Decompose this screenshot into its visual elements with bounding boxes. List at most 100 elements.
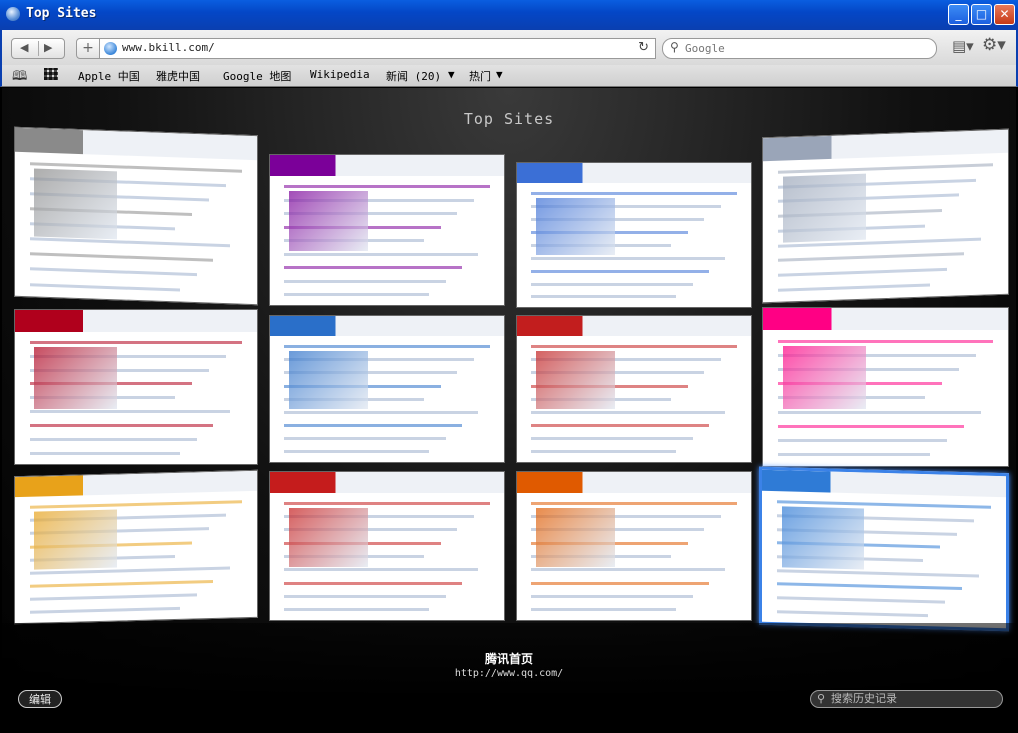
- thumbnail-text-line: [777, 439, 947, 443]
- thumbnail-image: [535, 351, 616, 410]
- bookmark-google-maps[interactable]: Google 地图: [223, 68, 291, 84]
- thumbnail-text-line: [531, 581, 709, 585]
- thumbnail-image: [288, 191, 369, 251]
- thumbnail-text-line: [284, 410, 479, 414]
- thumbnail-text-line: [777, 339, 994, 343]
- tile-sohu[interactable]: [14, 469, 258, 625]
- thumbnail-text-line: [284, 293, 430, 296]
- bookmarks-bar: 🕮 Apple 中国 雅虎中国 Google 地图 Wikipedia 新闻 (…: [0, 65, 1018, 87]
- edit-button[interactable]: 编辑: [18, 690, 62, 708]
- thumbnail-text-line: [29, 410, 231, 414]
- thumbnail-text-line: [29, 500, 243, 509]
- search-input[interactable]: [685, 40, 925, 56]
- thumbnail-text-line: [531, 282, 693, 286]
- thumbnail-text-line: [29, 607, 180, 615]
- thumbnail-text-line: [777, 453, 930, 457]
- browser-logo-icon: [6, 7, 20, 21]
- thumbnail-header: [15, 310, 257, 332]
- history-search-icon: ⚲: [817, 692, 826, 705]
- top-sites-heading: Top Sites: [463, 110, 555, 128]
- bookmark-yahoo-china[interactable]: 雅虎中国: [156, 68, 200, 84]
- bookmarks-book-icon[interactable]: 🕮: [12, 67, 27, 89]
- maximize-button[interactable]: □: [971, 4, 992, 25]
- thumbnail-text-line: [284, 345, 490, 349]
- thumbnail-text-line: [531, 501, 737, 505]
- bookmark-popular[interactable]: 热门: [469, 68, 491, 84]
- thumbnail-text-line: [531, 269, 709, 273]
- thumbnail-header: [15, 470, 257, 498]
- page-menu-icon[interactable]: ▤▾: [952, 37, 974, 55]
- minimize-button[interactable]: _: [948, 4, 969, 25]
- thumbnail-text-line: [776, 596, 945, 604]
- tile-flickr[interactable]: [762, 307, 1009, 467]
- tile-google-maps[interactable]: [516, 162, 752, 308]
- address-bar[interactable]: www.bkill.com/ ↻: [100, 38, 656, 59]
- nav-separator: [38, 41, 39, 56]
- thumbnail-image: [782, 345, 866, 410]
- thumbnail-text-line: [531, 437, 693, 441]
- news-chevron-icon[interactable]: ▼: [448, 68, 455, 81]
- popular-chevron-icon[interactable]: ▼: [496, 68, 503, 81]
- thumbnail-text-line: [531, 256, 726, 260]
- back-icon[interactable]: ◀: [20, 41, 28, 54]
- thumbnail-text-line: [284, 594, 446, 598]
- tile-news-site-2[interactable]: [516, 315, 752, 463]
- gear-icon[interactable]: ⚙▾: [982, 35, 1006, 55]
- thumbnail-text-line: [284, 437, 446, 441]
- tile-shopping-site[interactable]: [269, 315, 505, 463]
- globe-icon: [104, 42, 117, 55]
- tile-yahoo-china[interactable]: [269, 154, 505, 306]
- thumbnail-text-line: [29, 237, 231, 248]
- thumbnail-text-line: [284, 608, 430, 612]
- thumbnail-image: [288, 351, 369, 410]
- thumbnail-text-line: [29, 451, 180, 455]
- history-search[interactable]: ⚲: [810, 690, 1003, 708]
- nav-buttons: ◀ ▶: [11, 38, 65, 59]
- tile-sina[interactable]: [269, 471, 505, 621]
- thumbnail-header: [517, 316, 751, 337]
- tile-163[interactable]: [516, 471, 752, 621]
- top-sites-view: Top Sites 腾讯首页 http://www.qq.com/ 编辑 ⚲: [2, 88, 1016, 733]
- thumbnail-image: [34, 346, 117, 409]
- thumbnail-header: [517, 163, 751, 184]
- thumbnail-text-line: [777, 252, 964, 263]
- tile-news-site-1[interactable]: [14, 309, 258, 465]
- search-icon: ⚲: [670, 40, 679, 54]
- thumbnail-text-line: [777, 163, 994, 174]
- thumbnail-text-line: [284, 252, 479, 256]
- forward-icon[interactable]: ▶: [44, 41, 52, 54]
- thumbnail-image: [288, 507, 369, 567]
- thumbnail-text-line: [284, 501, 490, 505]
- thumbnail-text-line: [531, 191, 737, 195]
- toolbar: ◀ ▶ + www.bkill.com/ ↻ ⚲ ▤▾ ⚙▾: [0, 30, 1018, 65]
- thumbnail-text-line: [531, 424, 709, 428]
- close-button[interactable]: ✕: [994, 4, 1015, 25]
- thumbnail-image: [34, 509, 117, 571]
- selected-site-title: 腾讯首页: [484, 652, 533, 666]
- thumbnail-text-line: [284, 185, 490, 188]
- top-sites-grid-icon[interactable]: [44, 68, 58, 80]
- thumbnail-text-line: [777, 410, 982, 414]
- add-bookmark-button[interactable]: +: [76, 38, 100, 59]
- thumbnail-header: [15, 127, 257, 160]
- tile-qq[interactable]: [759, 466, 1009, 632]
- thumbnail-text-line: [29, 437, 197, 441]
- thumbnail-image: [34, 168, 117, 239]
- url-text[interactable]: www.bkill.com/: [122, 41, 215, 54]
- bookmark-apple-china[interactable]: Apple 中国: [78, 68, 140, 84]
- thumbnail-header: [762, 469, 1006, 498]
- thumbnail-text-line: [284, 450, 430, 454]
- thumbnail-text-line: [29, 252, 214, 263]
- thumbnail-text-line: [29, 423, 214, 427]
- thumbnail-image: [535, 197, 616, 256]
- thumbnail-text-line: [284, 279, 446, 283]
- bookmark-news[interactable]: 新闻 (20): [386, 68, 441, 84]
- history-search-input[interactable]: [831, 691, 996, 707]
- tile-wikipedia[interactable]: [762, 128, 1009, 304]
- title-bar: Top Sites _ □ ✕: [0, 0, 1018, 30]
- thumbnail-header: [270, 155, 504, 176]
- reload-icon[interactable]: ↻: [638, 40, 649, 55]
- tile-apple-china[interactable]: [14, 126, 258, 306]
- search-bar[interactable]: ⚲: [662, 38, 937, 59]
- bookmark-wikipedia[interactable]: Wikipedia: [310, 68, 370, 81]
